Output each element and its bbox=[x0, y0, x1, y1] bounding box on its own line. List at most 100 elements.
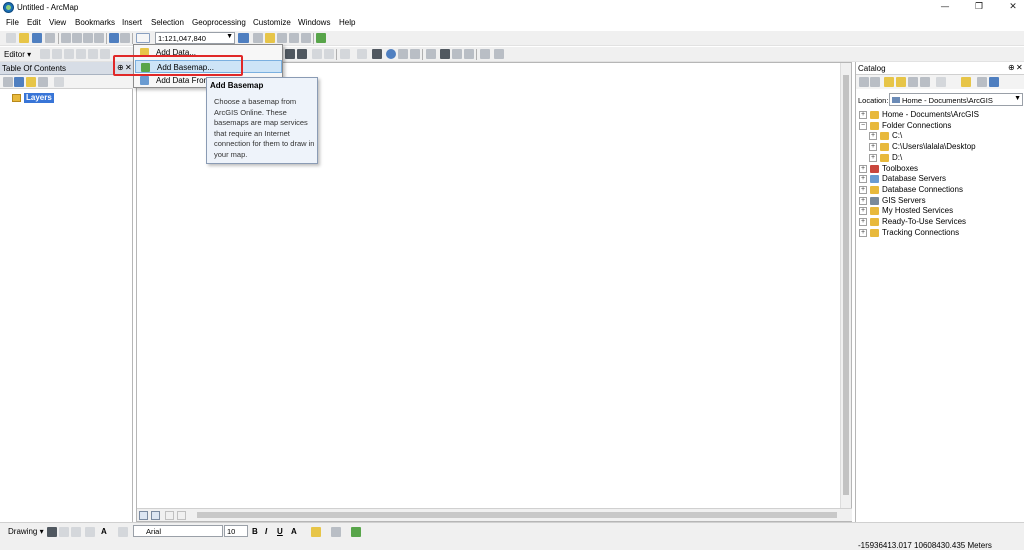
edit-annotation-icon[interactable] bbox=[52, 49, 62, 59]
pin-icon[interactable]: ⊕ bbox=[1008, 63, 1015, 72]
expand-icon[interactable]: + bbox=[869, 132, 877, 141]
collapse-icon[interactable]: − bbox=[859, 121, 867, 130]
print-icon[interactable] bbox=[45, 33, 55, 43]
full-extent-icon[interactable] bbox=[285, 49, 295, 59]
open-folder-icon[interactable] bbox=[19, 33, 29, 43]
zoom-to-selected-icon[interactable] bbox=[71, 527, 81, 537]
text-tool-icon[interactable]: A bbox=[101, 527, 107, 536]
fill-color-icon[interactable] bbox=[311, 527, 321, 537]
views-icon[interactable] bbox=[936, 77, 946, 87]
save-icon[interactable] bbox=[32, 33, 42, 43]
python-window-icon[interactable] bbox=[301, 33, 311, 43]
time-slider-icon[interactable] bbox=[480, 49, 490, 59]
expand-icon[interactable]: + bbox=[859, 228, 867, 237]
menu-customize[interactable]: Customize bbox=[253, 18, 291, 27]
menu-file[interactable]: File bbox=[6, 18, 19, 27]
menu-view[interactable]: View bbox=[49, 18, 66, 27]
font-color-button[interactable]: A bbox=[291, 527, 297, 536]
close-icon[interactable]: ✕ bbox=[1016, 63, 1023, 72]
map-vertical-scrollbar[interactable] bbox=[840, 63, 851, 510]
font-size-select[interactable]: 10 bbox=[224, 525, 248, 537]
table-of-contents-window-icon[interactable] bbox=[253, 33, 263, 43]
redo-icon[interactable] bbox=[120, 33, 130, 43]
list-by-selection-icon[interactable] bbox=[38, 77, 48, 87]
menu-selection[interactable]: Selection bbox=[151, 18, 184, 27]
maximize-button[interactable]: ❐ bbox=[972, 2, 986, 14]
model-builder-icon[interactable] bbox=[316, 33, 326, 43]
connect-to-folder-icon[interactable] bbox=[908, 77, 918, 87]
map-scale-box[interactable]: 1:121,047,840 ▼ bbox=[155, 32, 235, 44]
paste-icon[interactable] bbox=[83, 33, 93, 43]
menu-insert[interactable]: Insert bbox=[122, 18, 142, 27]
marker-color-icon[interactable] bbox=[351, 527, 361, 537]
back-arrow-icon[interactable] bbox=[312, 49, 322, 59]
expand-icon[interactable]: + bbox=[859, 175, 867, 184]
search-window-icon[interactable] bbox=[277, 33, 287, 43]
copy-icon[interactable] bbox=[72, 33, 82, 43]
select-elements-icon[interactable] bbox=[372, 49, 382, 59]
select-by-rectangle-icon[interactable] bbox=[340, 49, 350, 59]
forward-arrow-icon[interactable] bbox=[870, 77, 880, 87]
point-icon[interactable] bbox=[100, 49, 110, 59]
home-icon[interactable] bbox=[896, 77, 906, 87]
expand-icon[interactable]: + bbox=[859, 185, 867, 194]
rotate-icon[interactable] bbox=[59, 527, 69, 537]
expand-icon[interactable]: + bbox=[859, 111, 867, 119]
map-horizontal-scrollbar[interactable] bbox=[137, 508, 852, 521]
measure-icon[interactable] bbox=[426, 49, 436, 59]
html-popup-icon[interactable] bbox=[410, 49, 420, 59]
expand-icon[interactable]: + bbox=[859, 207, 867, 216]
list-by-drawing-order-icon[interactable] bbox=[3, 77, 13, 87]
minimize-button[interactable]: — bbox=[938, 2, 952, 14]
arctoolbox-icon[interactable] bbox=[289, 33, 299, 43]
italic-button[interactable]: I bbox=[265, 527, 267, 536]
expand-icon[interactable]: + bbox=[869, 143, 877, 152]
font-family-select[interactable]: Arial bbox=[133, 525, 223, 537]
menu-geoprocessing[interactable]: Geoprocessing bbox=[192, 18, 246, 27]
data-view-button[interactable] bbox=[139, 511, 148, 520]
menu-help[interactable]: Help bbox=[339, 18, 355, 27]
clear-selection-icon[interactable] bbox=[357, 49, 367, 59]
refresh-icon[interactable] bbox=[977, 77, 987, 87]
editor-menu[interactable]: Editor ▾ bbox=[4, 50, 31, 59]
edit-tool-icon[interactable] bbox=[40, 49, 50, 59]
identify-icon[interactable] bbox=[386, 49, 396, 59]
expand-icon[interactable]: + bbox=[859, 164, 867, 173]
go-to-xy-icon[interactable] bbox=[464, 49, 474, 59]
pause-drawing-button[interactable] bbox=[177, 511, 186, 520]
rectangle-icon[interactable] bbox=[85, 527, 95, 537]
end-point-arc-icon[interactable] bbox=[76, 49, 86, 59]
create-viewer-window-icon[interactable] bbox=[494, 49, 504, 59]
options-icon[interactable] bbox=[54, 77, 64, 87]
close-button[interactable]: ✕ bbox=[1006, 2, 1020, 14]
add-data-button[interactable] bbox=[136, 33, 150, 43]
underline-button[interactable]: U bbox=[277, 527, 283, 536]
chevron-down-icon[interactable]: ▼ bbox=[226, 33, 233, 40]
menu-bookmarks[interactable]: Bookmarks bbox=[75, 18, 115, 27]
new-document-icon[interactable] bbox=[6, 33, 16, 43]
list-by-visibility-icon[interactable] bbox=[26, 77, 36, 87]
straight-segment-icon[interactable] bbox=[64, 49, 74, 59]
new-folder-icon[interactable] bbox=[961, 77, 971, 87]
layers-label[interactable]: Layers bbox=[24, 93, 54, 103]
layout-view-button[interactable] bbox=[151, 511, 160, 520]
trace-icon[interactable] bbox=[88, 49, 98, 59]
undo-icon[interactable] bbox=[109, 33, 119, 43]
edit-vertices-icon[interactable] bbox=[118, 527, 128, 537]
help-icon[interactable] bbox=[989, 77, 999, 87]
menu-edit[interactable]: Edit bbox=[27, 18, 41, 27]
editor-toolbar-icon[interactable] bbox=[238, 33, 249, 43]
expand-icon[interactable]: + bbox=[859, 196, 867, 205]
forward-arrow-icon[interactable] bbox=[324, 49, 334, 59]
vertical-scroll-thumb[interactable] bbox=[843, 75, 849, 495]
cut-icon[interactable] bbox=[61, 33, 71, 43]
find-icon[interactable] bbox=[440, 49, 450, 59]
select-elements-icon[interactable] bbox=[47, 527, 57, 537]
up-one-level-icon[interactable] bbox=[884, 77, 894, 87]
refresh-view-button[interactable] bbox=[165, 511, 174, 520]
horizontal-scroll-thumb[interactable] bbox=[197, 512, 837, 518]
toggle-contents-panel-icon[interactable] bbox=[920, 77, 930, 87]
location-select[interactable]: Home - Documents\ArcGIS ▼ bbox=[889, 93, 1023, 106]
line-color-icon[interactable] bbox=[331, 527, 341, 537]
fixed-zoom-out-icon[interactable] bbox=[297, 49, 307, 59]
